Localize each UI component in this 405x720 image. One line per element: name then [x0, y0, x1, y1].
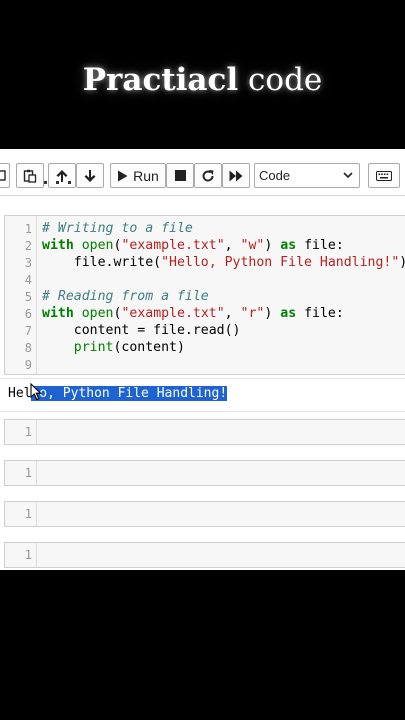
- keyword-token: as: [280, 306, 297, 321]
- code-line-5: # Reading from a file: [42, 289, 209, 304]
- code-line-2: with open("example.txt", "w") as file:: [42, 238, 344, 253]
- line-number-gutter: 1 2 3 4 5 6 7 8 9: [5, 216, 37, 374]
- keyword-token: with: [42, 306, 74, 321]
- string-token: "w": [240, 238, 265, 253]
- line-number: 9: [24, 358, 32, 372]
- line-number: 1: [24, 507, 32, 521]
- code-token: file.write(: [42, 255, 162, 270]
- string-token: "Hello, Python File Handling!": [161, 255, 400, 270]
- cell-type-value: Code: [259, 168, 291, 183]
- run-button-label: Run: [133, 167, 159, 184]
- output-unselected-text: Hel: [8, 386, 32, 401]
- line-number: 1: [24, 425, 32, 439]
- line-number: 3: [24, 256, 32, 270]
- code-token: (content): [113, 340, 185, 355]
- copy-icon: [0, 169, 6, 181]
- code-token: ): [264, 238, 281, 253]
- keyboard-icon: [376, 170, 392, 181]
- line-number: 2: [24, 239, 32, 253]
- overlay-title-normal: code: [248, 62, 323, 98]
- arrow-down-icon: [84, 169, 96, 182]
- builtin-token: open: [81, 306, 114, 321]
- line-number: 7: [24, 324, 32, 338]
- copy-cells-button[interactable]: [0, 163, 10, 188]
- chevron-down-icon: [343, 172, 353, 179]
- code-token: ): [264, 306, 281, 321]
- code-line-7: content = file.read(): [42, 323, 241, 338]
- code-line-3: file.write("Hello, Python File Handling!…: [42, 255, 405, 270]
- empty-code-cell[interactable]: 1: [4, 501, 405, 527]
- command-palette-button[interactable]: [368, 163, 400, 188]
- line-number-gutter: 1: [5, 420, 37, 444]
- fast-forward-icon: [229, 170, 243, 181]
- line-number: 1: [24, 548, 32, 562]
- line-number: 6: [24, 307, 32, 321]
- cell-type-select[interactable]: Code: [254, 163, 360, 188]
- video-overlay-title: Practiacl code: [0, 62, 405, 98]
- code-line-1: # Writing to a file: [42, 221, 193, 236]
- empty-code-cell[interactable]: 1: [4, 542, 405, 568]
- code-token: ,: [224, 238, 241, 253]
- empty-code-cell[interactable]: 1: [4, 419, 405, 445]
- empty-code-cell[interactable]: 1: [4, 460, 405, 486]
- line-number: 4: [24, 273, 32, 287]
- line-number: 1: [24, 466, 32, 480]
- line-number: 8: [24, 341, 32, 355]
- code-token: file:: [296, 238, 344, 253]
- code-line-6: with open("example.txt", "r") as file:: [42, 306, 344, 321]
- line-number-gutter: 1: [5, 461, 37, 485]
- restart-run-all-button[interactable]: [222, 163, 250, 188]
- restart-icon: [202, 169, 214, 181]
- string-token: "r": [240, 306, 265, 321]
- keyword-token: as: [280, 238, 297, 253]
- cell-output[interactable]: Hello, Python File Handling!: [0, 378, 405, 412]
- comment-token: # Writing to a file: [42, 221, 193, 236]
- toolbar-divider: [0, 195, 405, 196]
- line-number: 5: [24, 290, 32, 304]
- interrupt-kernel-button[interactable]: [166, 163, 194, 188]
- code-line-8: print(content): [42, 340, 185, 355]
- paste-icon: [23, 169, 37, 183]
- previous-output-fragment: [44, 181, 71, 184]
- code-token: file:: [296, 306, 344, 321]
- line-number-gutter: 1: [5, 502, 37, 526]
- stop-icon: [174, 170, 186, 181]
- move-cell-down-button[interactable]: [76, 163, 104, 188]
- code-cell[interactable]: 1 2 3 4 5 6 7 8 9 # Writing to a file wi…: [4, 215, 405, 375]
- builtin-token: open: [81, 238, 114, 253]
- run-button[interactable]: Run: [110, 163, 166, 188]
- string-token: "example.txt": [121, 238, 225, 253]
- output-selected-text: lo, Python File Handling!: [31, 386, 228, 401]
- line-number: 1: [24, 222, 32, 236]
- comment-token: # Reading from a file: [42, 289, 209, 304]
- string-token: "example.txt": [121, 306, 225, 321]
- code-token: ,: [224, 306, 241, 321]
- builtin-token: print: [73, 340, 114, 355]
- line-number-gutter: 1: [5, 543, 37, 567]
- play-icon: [118, 170, 128, 181]
- notebook-screen: Run Code 1 2 3 4 5 6 7 8 9 # Writing to …: [0, 149, 405, 570]
- overlay-title-bold: Practiacl: [82, 62, 239, 98]
- code-token: ): [399, 255, 405, 270]
- mouse-cursor-icon: [30, 383, 42, 401]
- keyword-token: with: [42, 238, 74, 253]
- restart-kernel-button[interactable]: [194, 163, 222, 188]
